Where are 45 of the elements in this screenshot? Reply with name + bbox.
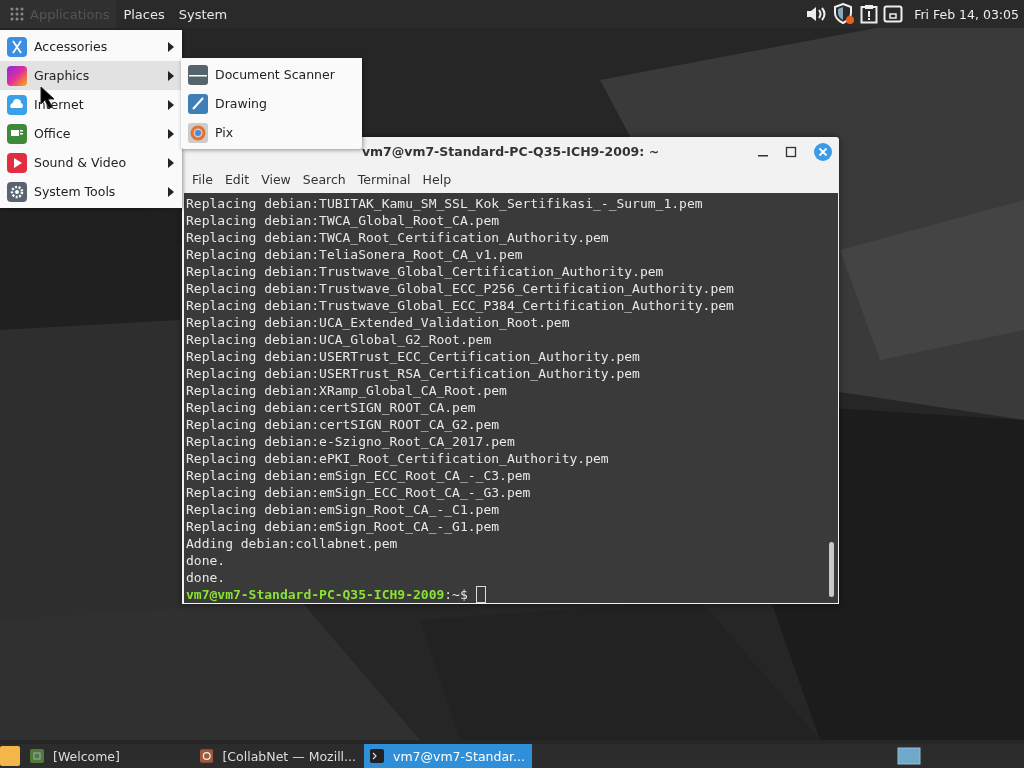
terminal-line: Replacing debian:certSIGN_ROOT_CA_G2.pem bbox=[186, 416, 501, 433]
taskbar-button[interactable]: [CollabNet — Mozill... bbox=[194, 744, 362, 768]
terminal-line: Replacing debian:emSign_ECC_Root_CA_-_C3.pem bbox=[186, 467, 532, 484]
terminal-line: done. bbox=[186, 552, 227, 569]
menu-item[interactable]: Help bbox=[416, 172, 458, 188]
panel-menu[interactable]: System bbox=[171, 0, 235, 28]
prompt-path: :~$ bbox=[444, 586, 468, 603]
menu-item[interactable]: File bbox=[186, 172, 219, 188]
terminal-line: done. bbox=[186, 569, 227, 586]
window-title: vm7@vm7-Standard-PC-Q35-ICH9-2009: ~ bbox=[361, 144, 660, 160]
taskbar-button[interactable]: [Welcome] bbox=[24, 744, 192, 768]
terminal-line: Replacing debian:USERTrust_ECC_Certification_Authority.pem bbox=[186, 348, 641, 365]
terminal-line: Replacing debian:UCA_Extended_Validation_Root.pem bbox=[186, 314, 571, 331]
menu-item[interactable]: Graphics bbox=[0, 61, 182, 90]
prompt-user: vm7@vm7-Standard-PC-Q35-ICH9-2009 bbox=[186, 586, 445, 603]
terminal-line: Replacing debian:ePKI_Root_Certification_Authority.pem bbox=[186, 450, 610, 467]
menu-item[interactable]: View bbox=[255, 172, 297, 188]
menu-item[interactable]: System Tools bbox=[0, 177, 182, 206]
menu-item[interactable]: Office bbox=[0, 119, 182, 148]
terminal-line: Replacing debian:certSIGN_ROOT_CA.pem bbox=[186, 399, 477, 416]
menu-item[interactable]: Drawing bbox=[181, 89, 362, 118]
clock[interactable]: Fri Feb 14, 03:05 bbox=[914, 6, 1019, 22]
terminal-line: Replacing debian:Trustwave_Global_Certification_Authority.pem bbox=[186, 263, 665, 280]
terminal-line: Replacing debian:TWCA_Global_Root_CA.pem bbox=[186, 212, 501, 229]
menu-item[interactable]: Edit bbox=[218, 172, 256, 188]
terminal-line: Replacing debian:emSign_Root_CA_-_G1.pem bbox=[186, 518, 501, 535]
terminal-line: Replacing debian:e-Szigno_Root_CA_2017.pem bbox=[186, 433, 516, 450]
terminal-line: Replacing debian:emSign_ECC_Root_CA_-_G3.pem bbox=[186, 484, 532, 501]
terminal-line: Replacing debian:UCA_Global_G2_Root.pem bbox=[186, 331, 493, 348]
menu-item[interactable]: Search bbox=[296, 172, 352, 188]
menu-item[interactable]: Terminal bbox=[351, 172, 417, 188]
terminal-line: Replacing debian:TWCA_Root_Certification_Authority.pem bbox=[186, 229, 610, 246]
terminal-line: Replacing debian:TeliaSonera_Root_CA_v1.pem bbox=[186, 246, 524, 263]
terminal-line: Replacing debian:XRamp_Global_CA_Root.pem bbox=[186, 382, 508, 399]
terminal-line: Replacing debian:emSign_Root_CA_-_C1.pem bbox=[186, 501, 501, 518]
terminal-line: Replacing debian:Trustwave_Global_ECC_P256_Certification_Authority.pem bbox=[186, 280, 735, 297]
menu-item[interactable]: Document Scanner bbox=[181, 60, 362, 89]
menu-item[interactable]: Sound & Video bbox=[0, 148, 182, 177]
panel-menu[interactable]: Places bbox=[116, 0, 172, 28]
terminal-line: Replacing debian:USERTrust_RSA_Certification_Authority.pem bbox=[186, 365, 641, 382]
menu-item[interactable]: Accessories bbox=[0, 32, 182, 61]
terminal-line: Adding debian:collabnet.pem bbox=[186, 535, 399, 552]
terminal-line: Replacing debian:Trustwave_Global_ECC_P384_Certification_Authority.pem bbox=[186, 297, 735, 314]
menu-item[interactable]: Pix bbox=[181, 118, 362, 147]
terminal-line: Replacing debian:TUBITAK_Kamu_SM_SSL_Kok_Sertifikasi_-_Surum_1.pem bbox=[186, 195, 704, 212]
